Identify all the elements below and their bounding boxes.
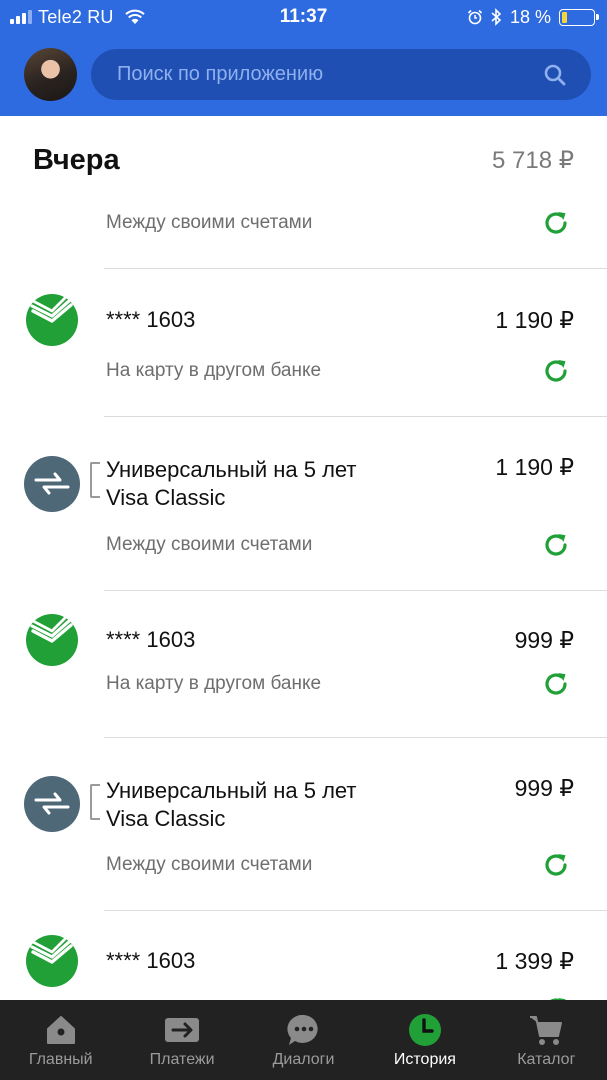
search-input[interactable]: Поиск по приложению [91,49,591,100]
operation-type: Между своими счетами [106,534,313,555]
sberbank-logo-icon [26,614,78,666]
card-name: Visa Classic [106,485,226,510]
account-name: Универсальный на 5 лет [106,457,357,482]
tab-label: Диалоги [272,1051,335,1068]
alarm-icon [467,9,483,25]
divider [104,268,607,269]
clock-icon [408,1014,441,1046]
battery-percent: 18 % [509,6,551,27]
status-right: 18 % [467,6,599,28]
sberbank-logo-icon [26,294,78,346]
sberbank-logo-icon [26,935,78,987]
tab-bar: Главный Платежи Диалоги История Каталог [0,1000,607,1080]
tab-dialogs[interactable]: Диалоги [243,1000,364,1080]
status-bar: Tele2 RU 11:37 18 % [0,0,607,34]
repeat-icon[interactable] [541,850,571,880]
divider [104,416,607,417]
divider [104,910,607,911]
card-number: **** 1603 [106,307,196,332]
divider [104,737,607,738]
tab-label: Каталог [517,1051,576,1068]
amount: 1 399 ₽ [495,948,574,974]
day-total: 5 718 ₽ [492,147,574,174]
operation-type: Между своими счетами [106,212,313,233]
day-title: Вчера [33,144,120,176]
amount: 999 ₽ [514,627,574,653]
search-icon[interactable] [543,63,567,87]
amount: 1 190 ₽ [495,307,574,333]
tab-home[interactable]: Главный [0,1000,121,1080]
battery-level-fill [562,11,568,23]
tab-history[interactable]: История [364,1000,485,1080]
chat-icon [286,1014,318,1045]
divider [104,590,607,591]
operation-type: На карту в другом банке [106,360,322,381]
card-number: **** 1603 [106,948,196,973]
battery-icon [559,8,599,26]
bluetooth-icon [491,8,502,26]
cart-icon [530,1016,563,1045]
card-name: Visa Classic [106,806,226,831]
card-number: **** 1603 [106,627,196,652]
operation-type: Между своими счетами [106,854,313,875]
repeat-icon[interactable] [541,669,571,699]
home-icon [46,1016,75,1044]
account-link-bracket [90,462,100,498]
tab-label: Платежи [149,1051,215,1068]
amount: 1 190 ₽ [495,454,574,480]
history-list: Вчера 5 718 ₽ Между своими счетами **** … [0,116,607,1000]
operation-type: На карту в другом банке [106,673,322,694]
transfer-icon [24,776,80,832]
repeat-icon[interactable] [541,208,571,238]
avatar[interactable] [24,48,77,101]
app-header: Поиск по приложению [0,34,607,116]
account-name: Универсальный на 5 лет [106,778,357,803]
tab-catalog[interactable]: Каталог [486,1000,607,1080]
amount: 999 ₽ [514,775,574,801]
repeat-icon[interactable] [541,356,571,386]
tab-payments[interactable]: Платежи [121,1000,242,1080]
payments-icon [165,1018,200,1042]
tab-label: Главный [28,1051,93,1068]
search-placeholder: Поиск по приложению [117,63,324,85]
account-link-bracket [90,784,100,820]
repeat-icon[interactable] [541,530,571,560]
tab-label: История [393,1051,456,1068]
transfer-icon [24,456,80,512]
